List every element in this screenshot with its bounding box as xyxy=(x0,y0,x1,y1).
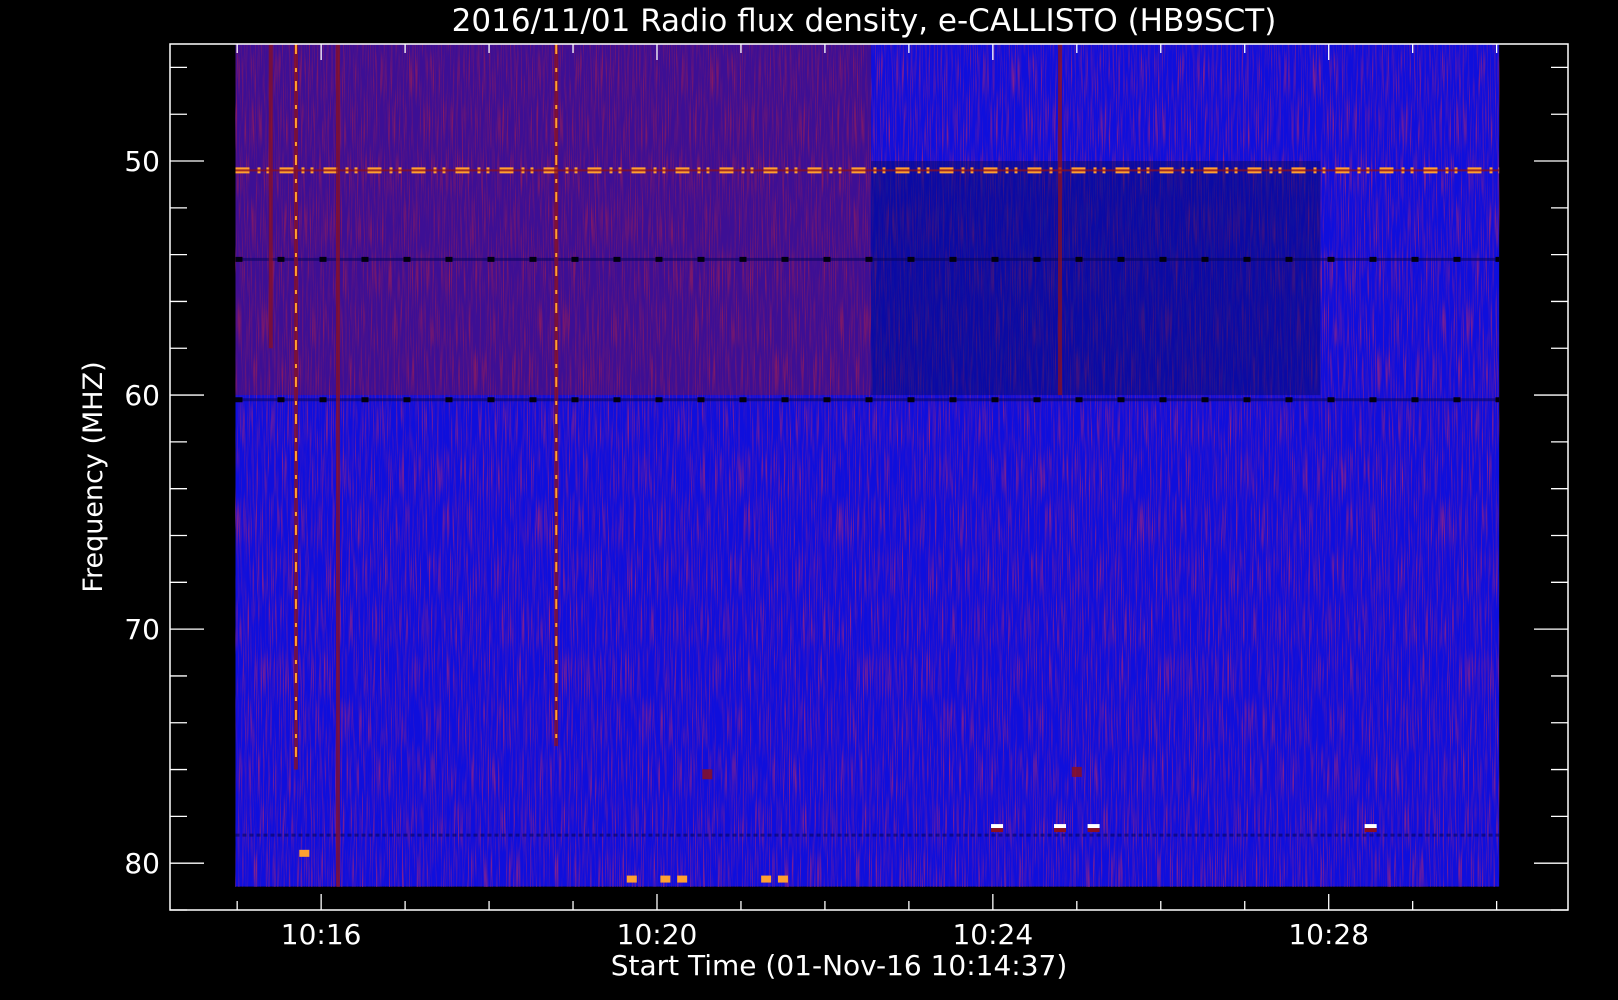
spectrogram-heatmap xyxy=(235,44,1500,887)
y-tick-label-2: 70 xyxy=(124,613,160,646)
x-tick-label-0: 10:16 xyxy=(281,918,362,951)
enhanced-region xyxy=(235,44,872,396)
spot-7 xyxy=(1087,824,1100,829)
spot-0 xyxy=(626,875,637,883)
y-tick-label-3: 80 xyxy=(124,847,160,880)
spot-base-5 xyxy=(991,828,1004,833)
spot-6 xyxy=(1054,824,1067,829)
spot-4 xyxy=(777,875,788,883)
x-tick-label-1: 10:20 xyxy=(617,918,698,951)
x-tick-label-3: 10:28 xyxy=(1288,918,1369,951)
spot-base-7 xyxy=(1087,828,1100,833)
spot-5 xyxy=(991,824,1004,829)
spot-2 xyxy=(677,875,688,883)
spot-11 xyxy=(1071,766,1082,777)
y-tick-label-1: 60 xyxy=(124,379,160,412)
spot-8 xyxy=(1364,824,1377,829)
spot-10 xyxy=(702,769,713,780)
spectrogram-chart: 10:16 10:20 10:24 10:28 50 60 70 80 2016/11/01… xyxy=(78,3,1569,982)
chart-title: 2016/11/01 Radio flux density, e-CALLIST… xyxy=(452,3,1277,39)
spot-base-6 xyxy=(1054,828,1067,833)
spot-1 xyxy=(660,875,671,883)
y-tick-label-0: 50 xyxy=(124,145,160,178)
x-tick-label-2: 10:24 xyxy=(952,918,1033,951)
spot-base-8 xyxy=(1364,828,1377,833)
y-axis-label: Frequency (MHZ) xyxy=(78,361,109,592)
spot-9 xyxy=(299,849,310,857)
x-axis-label: Start Time (01-Nov-16 10:14:37) xyxy=(611,949,1068,982)
depressed-region-texture xyxy=(871,161,1321,396)
spot-3 xyxy=(761,875,772,883)
